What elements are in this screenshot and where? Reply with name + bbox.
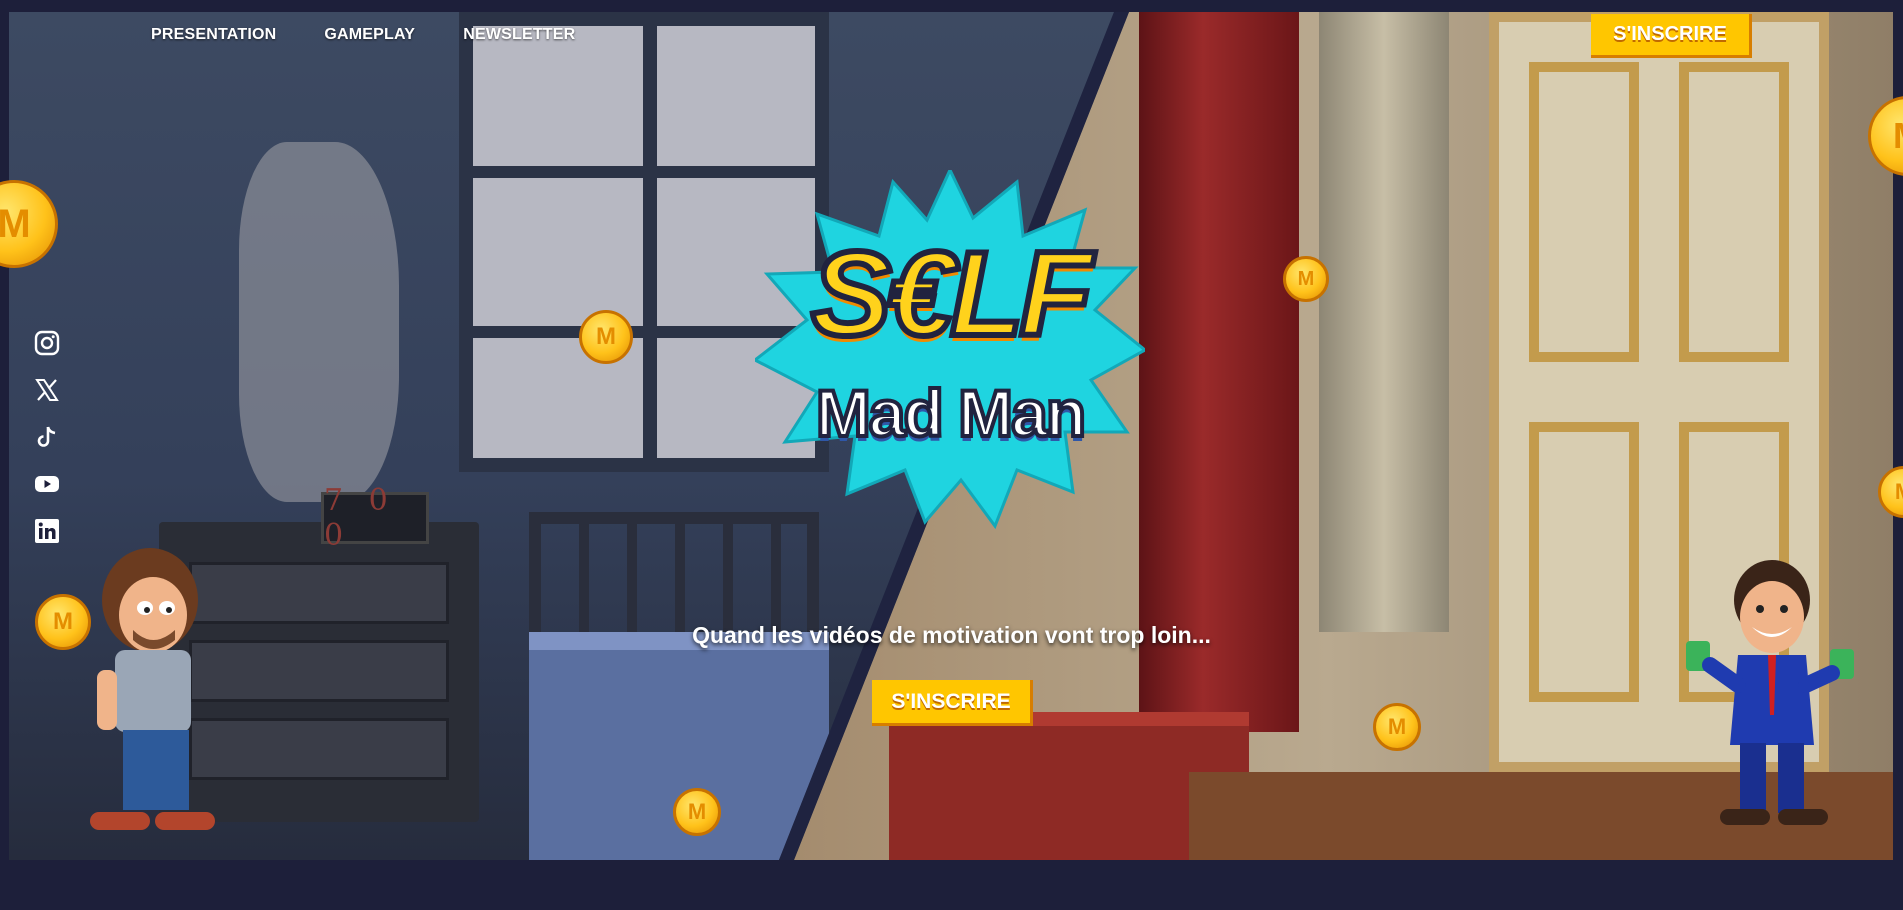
nav-link-newsletter[interactable]: NEWSLETTER <box>463 26 575 44</box>
signup-button-hero[interactable]: S'INSCRIRE <box>872 680 1033 726</box>
coin-icon: M <box>1373 703 1421 751</box>
youtube-icon[interactable] <box>34 471 60 497</box>
instagram-icon[interactable] <box>34 330 60 356</box>
tiktok-icon[interactable] <box>34 424 60 450</box>
coin-icon: M <box>673 788 721 836</box>
logo-title-self: S€LF <box>808 224 1095 364</box>
poor-character <box>90 548 215 830</box>
game-logo: S€LF Mad Man <box>755 170 1145 530</box>
rich-character <box>1686 560 1854 825</box>
social-links <box>34 330 60 544</box>
linkedin-icon[interactable] <box>34 518 60 544</box>
nav-link-gameplay[interactable]: GAMEPLAY <box>324 26 415 44</box>
pillar <box>1319 12 1449 632</box>
logo-title-madman: Mad Man <box>814 374 1088 452</box>
cracked-wall <box>239 142 399 502</box>
coin-icon: M <box>579 310 633 364</box>
x-twitter-icon[interactable] <box>34 377 60 403</box>
nav-link-presentation[interactable]: PRESENTATION <box>151 26 276 44</box>
main-nav: PRESENTATION GAMEPLAY NEWSLETTER <box>151 26 575 44</box>
coin-icon: M <box>1283 256 1329 302</box>
signup-button-header[interactable]: S'INSCRIRE <box>1591 14 1752 58</box>
alarm-clock: 7 0 0 <box>321 483 429 553</box>
hero-tagline: Quand les vidéos de motivation vont trop… <box>692 622 1211 648</box>
